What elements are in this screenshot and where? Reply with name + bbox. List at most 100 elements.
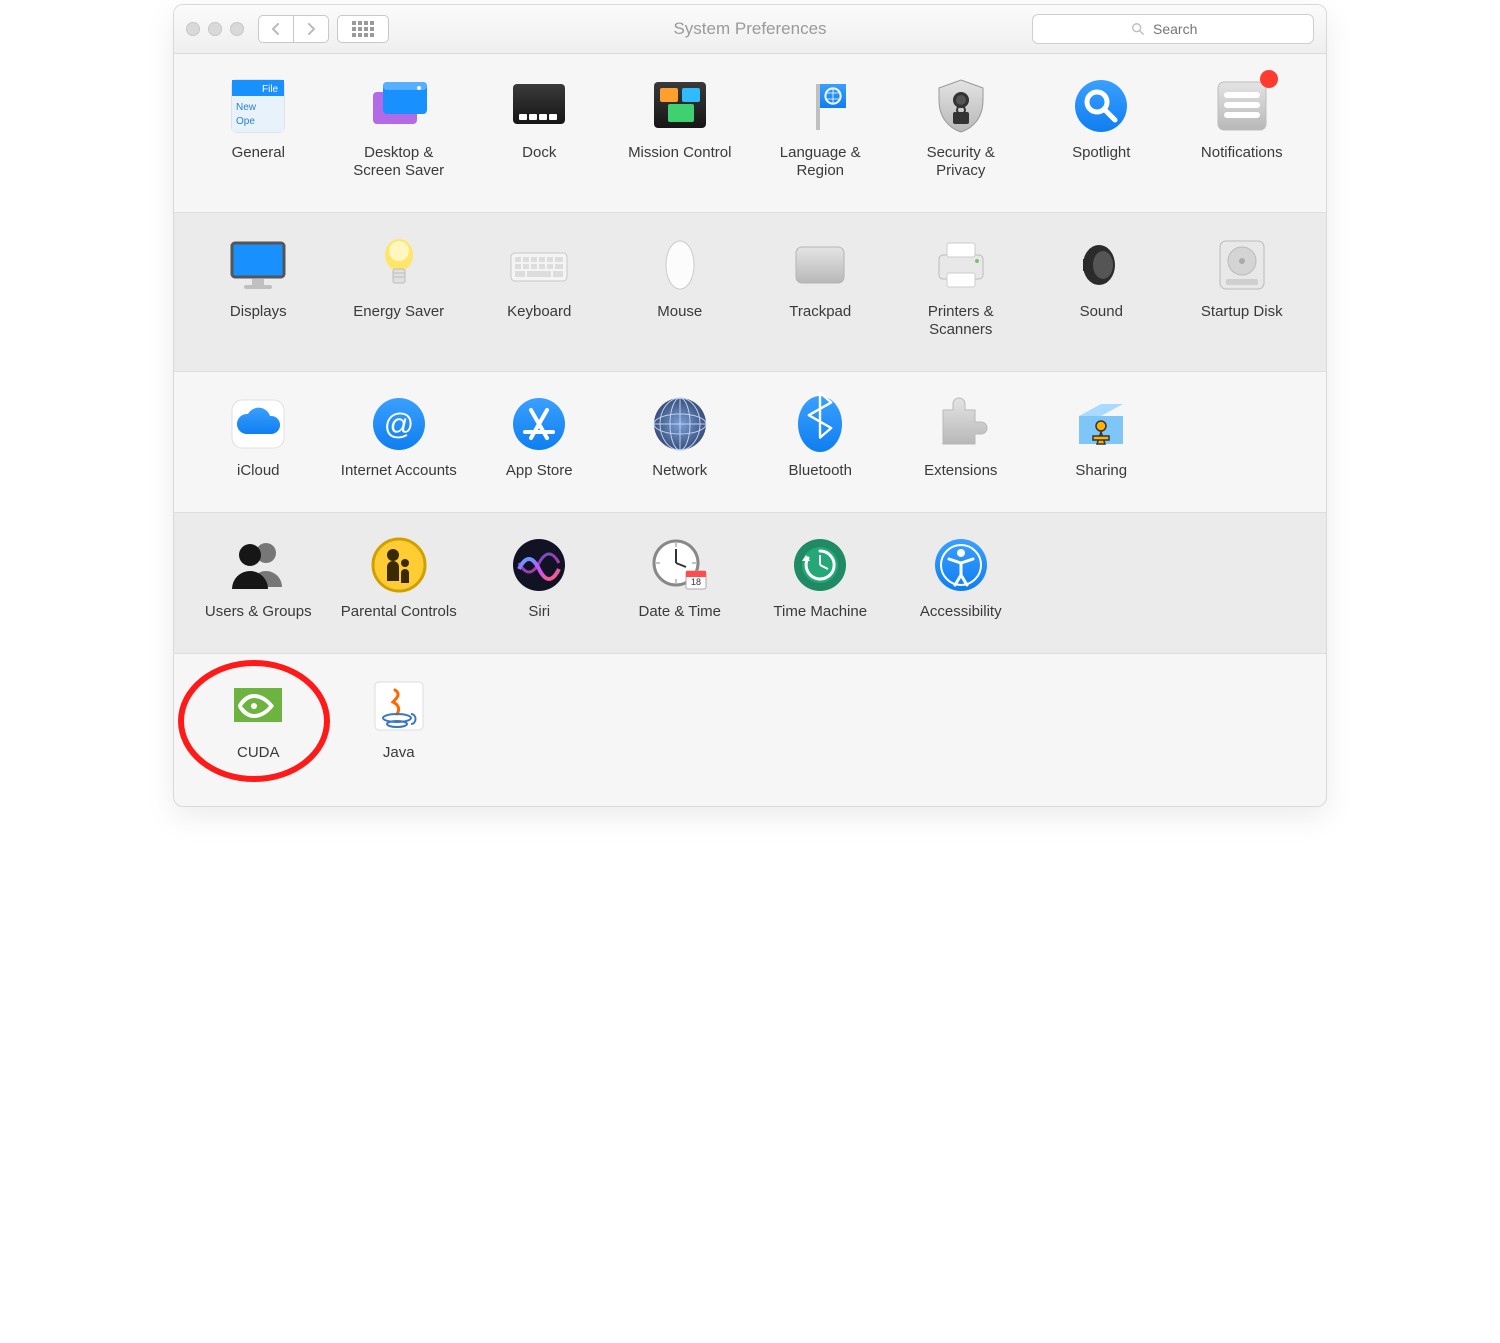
search-icon [1131, 22, 1145, 36]
prefpane-label: iCloud [237, 462, 280, 480]
prefpane-label: Keyboard [507, 303, 571, 321]
displays-icon [226, 233, 290, 297]
prefpane-label: Displays [230, 303, 287, 321]
internet-icon [367, 392, 431, 456]
prefpane-startup[interactable]: Startup Disk [1172, 233, 1313, 339]
prefpane-label: Accessibility [920, 603, 1002, 621]
prefpane-cuda[interactable]: CUDA [188, 674, 329, 762]
energy-icon [367, 233, 431, 297]
prefpane-label: Mouse [657, 303, 702, 321]
prefpane-dock[interactable]: Dock [469, 74, 610, 180]
grid-icon [352, 21, 374, 37]
minimize-window-button[interactable] [208, 22, 222, 36]
users-icon [226, 533, 290, 597]
prefpane-icloud[interactable]: iCloud [188, 392, 329, 480]
extensions-icon [929, 392, 993, 456]
traffic-lights [186, 22, 244, 36]
prefpane-label: Dock [522, 144, 556, 162]
show-all-button[interactable] [337, 15, 389, 43]
mission-icon [648, 74, 712, 138]
prefpane-extensions[interactable]: Extensions [891, 392, 1032, 480]
prefpane-timemachine[interactable]: Time Machine [750, 533, 891, 621]
back-button[interactable] [258, 15, 294, 43]
prefpane-mouse[interactable]: Mouse [610, 233, 751, 339]
prefpane-rows: General Desktop & Screen Saver Dock Mission… [174, 54, 1326, 806]
prefpane-printers[interactable]: Printers & Scanners [891, 233, 1032, 339]
prefpane-label: Extensions [924, 462, 997, 480]
prefpane-label: Parental Controls [341, 603, 457, 621]
startup-icon [1210, 233, 1274, 297]
network-icon [648, 392, 712, 456]
spotlight-icon [1069, 74, 1133, 138]
prefpane-label: Sound [1080, 303, 1123, 321]
prefpane-displays[interactable]: Displays [188, 233, 329, 339]
prefpane-internet[interactable]: Internet Accounts [329, 392, 470, 480]
search-field[interactable] [1032, 14, 1314, 44]
notifications-icon [1210, 74, 1274, 138]
prefpane-siri[interactable]: Siri [469, 533, 610, 621]
prefpane-label: Date & Time [638, 603, 721, 621]
prefpane-appstore[interactable]: App Store [469, 392, 610, 480]
prefpane-sound[interactable]: Sound [1031, 233, 1172, 339]
prefpane-label: Startup Disk [1201, 303, 1283, 321]
prefpane-datetime[interactable]: Date & Time [610, 533, 751, 621]
trackpad-icon [788, 233, 852, 297]
prefpane-java[interactable]: Java [329, 674, 470, 762]
general-icon [226, 74, 290, 138]
timemachine-icon [788, 533, 852, 597]
prefpane-security[interactable]: Security & Privacy [891, 74, 1032, 180]
desktop-icon [367, 74, 431, 138]
security-icon [929, 74, 993, 138]
prefpane-language[interactable]: Language & Region [750, 74, 891, 180]
parental-icon [367, 533, 431, 597]
printers-icon [929, 233, 993, 297]
prefpane-label: Desktop & Screen Saver [339, 144, 459, 180]
prefpane-row: General Desktop & Screen Saver Dock Mission… [174, 54, 1326, 213]
nav-buttons [258, 15, 329, 43]
prefpane-parental[interactable]: Parental Controls [329, 533, 470, 621]
prefpane-label: Printers & Scanners [901, 303, 1021, 339]
zoom-window-button[interactable] [230, 22, 244, 36]
prefpane-label: Energy Saver [353, 303, 444, 321]
prefpane-label: Siri [528, 603, 550, 621]
titlebar: System Preferences [174, 5, 1326, 54]
prefpane-label: Users & Groups [205, 603, 312, 621]
search-input[interactable] [1151, 20, 1215, 38]
prefpane-mission[interactable]: Mission Control [610, 74, 751, 180]
prefpane-notifications[interactable]: Notifications [1172, 74, 1313, 180]
prefpane-label: Mission Control [628, 144, 731, 162]
prefpane-keyboard[interactable]: Keyboard [469, 233, 610, 339]
prefpane-label: Time Machine [773, 603, 867, 621]
keyboard-icon [507, 233, 571, 297]
prefpane-energy[interactable]: Energy Saver [329, 233, 470, 339]
prefpane-label: Trackpad [789, 303, 851, 321]
prefpane-general[interactable]: General [188, 74, 329, 180]
sharing-icon [1069, 392, 1133, 456]
prefpane-bluetooth[interactable]: Bluetooth [750, 392, 891, 480]
close-window-button[interactable] [186, 22, 200, 36]
bluetooth-icon [788, 392, 852, 456]
prefpane-users[interactable]: Users & Groups [188, 533, 329, 621]
mouse-icon [648, 233, 712, 297]
system-preferences-window: System Preferences General Desktop & Scre… [173, 4, 1327, 807]
siri-icon [507, 533, 571, 597]
prefpane-row: Displays Energy Saver Keyboard Mouse Trackpa… [174, 213, 1326, 372]
accessibility-icon [929, 533, 993, 597]
cuda-icon [226, 674, 290, 738]
prefpane-desktop[interactable]: Desktop & Screen Saver [329, 74, 470, 180]
prefpane-accessibility[interactable]: Accessibility [891, 533, 1032, 621]
prefpane-trackpad[interactable]: Trackpad [750, 233, 891, 339]
prefpane-label: Java [383, 744, 415, 762]
sound-icon [1069, 233, 1133, 297]
prefpane-sharing[interactable]: Sharing [1031, 392, 1172, 480]
prefpane-label: CUDA [237, 744, 280, 762]
prefpane-label: Spotlight [1072, 144, 1130, 162]
prefpane-network[interactable]: Network [610, 392, 751, 480]
dock-icon [507, 74, 571, 138]
forward-button[interactable] [294, 15, 329, 43]
prefpane-label: Security & Privacy [901, 144, 1021, 180]
prefpane-row: iCloud Internet AccountsApp Store Network B… [174, 372, 1326, 513]
prefpane-spotlight[interactable]: Spotlight [1031, 74, 1172, 180]
notification-badge [1260, 70, 1278, 88]
prefpane-label: Network [652, 462, 707, 480]
